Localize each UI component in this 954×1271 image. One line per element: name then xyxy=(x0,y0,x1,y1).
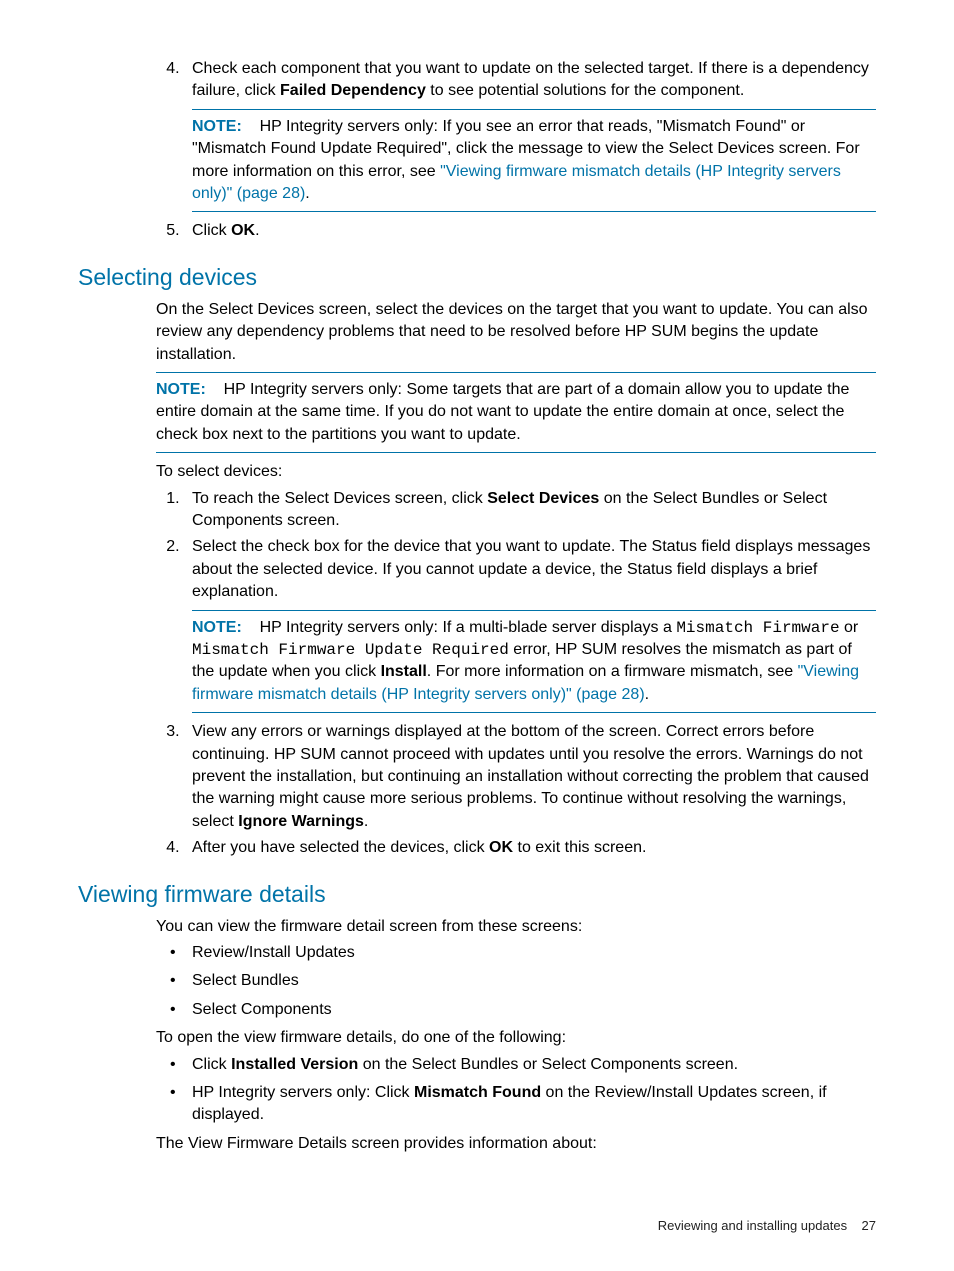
step-5-post: . xyxy=(255,222,259,239)
step-5-pre: Click xyxy=(192,222,231,239)
bullet-select-bundles: Select Bundles xyxy=(184,970,876,992)
sec1-list: To reach the Select Devices screen, clic… xyxy=(156,488,876,860)
sec2-p1: You can view the firmware detail screen … xyxy=(156,916,876,938)
mono-mismatch-update-required: Mismatch Firmware Update Required xyxy=(192,641,509,659)
sec1-li3-post: . xyxy=(364,813,368,830)
sec2-p2: To open the view firmware details, do on… xyxy=(156,1027,876,1049)
sec1-li1-pre: To reach the Select Devices screen, clic… xyxy=(192,490,487,507)
sec1-li4: After you have selected the devices, cli… xyxy=(184,837,876,859)
sec1-li1: To reach the Select Devices screen, clic… xyxy=(184,488,876,533)
footer-title: Reviewing and installing updates xyxy=(658,1218,847,1233)
step-5: Click OK. xyxy=(184,220,876,242)
sec1-li2-note-t4: . For more information on a firmware mis… xyxy=(427,663,798,680)
sec1-li2-note-t1: HP Integrity servers only: If a multi-bl… xyxy=(260,619,677,636)
bullet-select-components: Select Components xyxy=(184,999,876,1021)
bullet-mismatch-found: HP Integrity servers only: Click Mismatc… xyxy=(184,1082,876,1127)
note-label: NOTE: xyxy=(192,619,242,636)
ok-label: OK xyxy=(231,222,255,239)
note-label: NOTE: xyxy=(192,118,242,135)
sec2-bullets-1: Review/Install Updates Select Bundles Se… xyxy=(156,942,876,1021)
failed-dependency-label: Failed Dependency xyxy=(280,82,426,99)
sec1-li2-note-t2: or xyxy=(840,619,859,636)
sec1-li2-text: Select the check box for the device that… xyxy=(192,536,876,603)
sec1-li2: Select the check box for the device that… xyxy=(184,536,876,713)
step-4-text: Check each component that you want to up… xyxy=(192,58,876,103)
bullet-review-install: Review/Install Updates xyxy=(184,942,876,964)
document-page: Check each component that you want to up… xyxy=(0,0,954,1271)
ok-label-2: OK xyxy=(489,839,513,856)
b2-li2-pre: HP Integrity servers only: Click xyxy=(192,1084,414,1101)
ignore-warnings-label: Ignore Warnings xyxy=(238,813,364,830)
sec1-p1: On the Select Devices screen, select the… xyxy=(156,299,876,366)
note-label: NOTE: xyxy=(156,381,206,398)
sec1-li2-note-t5: . xyxy=(645,686,649,703)
b2-li1-post: on the Select Bundles or Select Componen… xyxy=(358,1056,738,1073)
page-footer: Reviewing and installing updates 27 xyxy=(658,1217,876,1235)
sec1-li4-post: to exit this screen. xyxy=(513,839,646,856)
heading-viewing-firmware: Viewing firmware details xyxy=(78,878,876,910)
sec1-p2: To select devices: xyxy=(156,461,876,483)
sec1-li3: View any errors or warnings displayed at… xyxy=(184,721,876,833)
sec1-note: NOTE: HP Integrity servers only: Some ta… xyxy=(156,372,876,453)
sec2-bullets-2: Click Installed Version on the Select Bu… xyxy=(156,1054,876,1127)
step-4-post: to see potential solutions for the compo… xyxy=(426,82,744,99)
bullet-installed-version: Click Installed Version on the Select Bu… xyxy=(184,1054,876,1076)
b2-li1-pre: Click xyxy=(192,1056,231,1073)
heading-selecting-devices: Selecting devices xyxy=(78,261,876,293)
step-4-note-end: . xyxy=(305,185,309,202)
steps-list-top: Check each component that you want to up… xyxy=(156,58,876,243)
install-label: Install xyxy=(381,663,427,680)
step-4: Check each component that you want to up… xyxy=(184,58,876,212)
footer-page-number: 27 xyxy=(862,1218,876,1233)
mismatch-found-label: Mismatch Found xyxy=(414,1084,541,1101)
installed-version-label: Installed Version xyxy=(231,1056,358,1073)
sec1-li4-pre: After you have selected the devices, cli… xyxy=(192,839,489,856)
step-4-note: NOTE: HP Integrity servers only: If you … xyxy=(192,109,876,213)
sec1-note-text: HP Integrity servers only: Some targets … xyxy=(156,381,849,443)
mono-mismatch-firmware: Mismatch Firmware xyxy=(676,619,839,637)
sec2-p3: The View Firmware Details screen provide… xyxy=(156,1133,876,1155)
sec1-li2-note: NOTE: HP Integrity servers only: If a mu… xyxy=(192,610,876,714)
select-devices-label: Select Devices xyxy=(487,490,599,507)
